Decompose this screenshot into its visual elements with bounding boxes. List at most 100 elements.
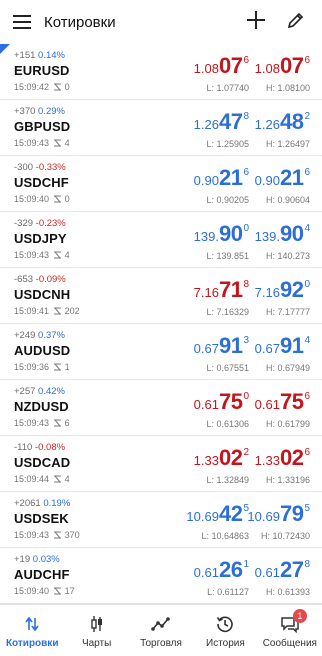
ask-price: 0.90216 <box>255 165 310 191</box>
bid-price-fraction: 6 <box>243 167 249 178</box>
spread-value: 0 <box>64 82 70 92</box>
change-points: +19 <box>14 554 31 565</box>
symbol-name: AUDCHF <box>14 567 70 582</box>
page-title: Котировки <box>44 13 116 31</box>
ask-price: 0.67914 <box>255 333 310 359</box>
low-price: L: 1.25905 <box>206 139 249 149</box>
quote-row-audusd[interactable]: +249 0.37% AUDUSD 15:09:36 1 0.67913 0.67914… <box>0 324 322 380</box>
spread-value: 4 <box>64 474 70 484</box>
quote-row-nzdusd[interactable]: +257 0.42% NZDUSD 15:09:43 6 0.61750 0.61756… <box>0 380 322 436</box>
tab-charts[interactable]: Чарты <box>64 605 128 656</box>
symbol-name: GBPUSD <box>14 119 71 134</box>
quote-row-gbpusd[interactable]: +370 0.29% GBPUSD 15:09:43 4 1.26478 1.26482… <box>0 100 322 156</box>
bid-price-pips: 02 <box>218 445 243 470</box>
symbol-name: EURUSD <box>14 63 70 78</box>
plus-icon <box>247 10 265 34</box>
bid-price-prefix: 0.90 <box>193 173 219 188</box>
edit-button[interactable] <box>276 0 316 44</box>
quote-time: 15:09:44 <box>14 474 50 484</box>
bid-price-prefix: 1.08 <box>193 61 219 76</box>
change-percent: 0.42% <box>38 386 65 397</box>
bid-price-prefix: 10.69 <box>186 509 219 524</box>
tab-messages[interactable]: 1 Сообщения <box>258 605 322 656</box>
spread-value: 370 <box>64 530 80 540</box>
quote-time: 15:09:43 <box>14 418 50 428</box>
bid-price-fraction: 8 <box>243 111 249 122</box>
bid-price-prefix: 7.16 <box>193 285 219 300</box>
menu-icon[interactable] <box>0 0 44 44</box>
high-price: H: 1.08100 <box>265 83 310 93</box>
change-points: -329 <box>14 218 34 229</box>
bid-price-prefix: 139. <box>193 229 219 244</box>
ask-price-prefix: 0.61 <box>254 397 280 412</box>
ask-price-pips: 27 <box>279 557 304 582</box>
quote-row-usdsek[interactable]: +2061 0.19% USDSEK 15:09:43 370 10.69425 10.… <box>0 492 322 548</box>
ask-price-pips: 07 <box>279 53 304 78</box>
quote-row-usdcnh[interactable]: -653 -0.09% USDCNH 15:09:41 202 7.16718 7.16… <box>0 268 322 324</box>
daily-change: +257 0.42% <box>14 386 65 397</box>
symbol-name: USDCAD <box>14 455 71 470</box>
bid-price-pips: 07 <box>218 53 243 78</box>
symbol-name: USDCHF <box>14 175 69 190</box>
ask-price: 7.16920 <box>255 277 310 303</box>
quote-time: 15:09:43 <box>14 530 50 540</box>
quote-row-usdjpy[interactable]: -329 -0.23% USDJPY 15:09:43 4 139.900 139.90… <box>0 212 322 268</box>
quote-time: 15:09:43 <box>14 250 50 260</box>
low-price: L: 0.61127 <box>207 587 249 597</box>
bid-price-prefix: 1.33 <box>193 453 219 468</box>
high-price: H: 0.90604 <box>265 195 310 205</box>
ask-price-prefix: 1.26 <box>254 117 280 132</box>
change-percent: 0.29% <box>38 106 65 117</box>
bid-price: 0.90216 <box>194 165 249 191</box>
history-clock-icon <box>214 614 236 634</box>
ask-price-prefix: 10.69 <box>247 509 280 524</box>
low-price: L: 0.90205 <box>206 195 249 205</box>
bid-price-fraction: 3 <box>243 335 249 346</box>
ask-price-prefix: 0.67 <box>254 341 280 356</box>
spread-value: 1 <box>64 362 70 372</box>
bid-price: 1.33022 <box>194 445 249 471</box>
spread-icon <box>53 250 62 260</box>
low-price: L: 1.32849 <box>206 475 249 485</box>
quote-row-usdcad[interactable]: -110 -0.08% USDCAD 15:09:44 4 1.33022 1.3302… <box>0 436 322 492</box>
tab-history[interactable]: История <box>193 605 257 656</box>
daily-change: +19 0.03% <box>14 554 60 565</box>
bid-price-pips: 26 <box>218 557 243 582</box>
symbol-name: USDCNH <box>14 287 71 302</box>
quote-meta: 15:09:43 6 <box>14 418 70 428</box>
quote-meta: 15:09:43 370 <box>14 530 80 540</box>
quote-row-eurusd[interactable]: +151 0.14% EURUSD 15:09:42 0 1.08076 1.08076… <box>0 44 322 100</box>
tab-quotes[interactable]: Котировки <box>0 605 64 656</box>
spread-icon <box>53 362 62 372</box>
daily-change: +151 0.14% <box>14 50 65 61</box>
bid-price-prefix: 0.61 <box>193 565 219 580</box>
change-points: +2061 <box>14 498 41 509</box>
bid-price: 1.26478 <box>194 109 249 135</box>
low-price: L: 0.67551 <box>206 363 249 373</box>
bid-price-prefix: 0.61 <box>193 397 219 412</box>
quote-row-usdchf[interactable]: -300 -0.33% USDCHF 15:09:40 0 0.90216 0.9021… <box>0 156 322 212</box>
change-percent: -0.33% <box>35 162 66 173</box>
candlestick-icon <box>86 614 108 634</box>
change-percent: -0.23% <box>35 218 66 229</box>
spread-icon <box>53 82 62 92</box>
tab-trade-label: Торговля <box>140 638 182 649</box>
symbol-name: NZDUSD <box>14 399 69 414</box>
quote-row-audchf[interactable]: +19 0.03% AUDCHF 15:09:40 17 0.61261 0.61278… <box>0 548 322 604</box>
change-points: +370 <box>14 106 36 117</box>
change-points: -653 <box>14 274 34 285</box>
pencil-icon <box>287 11 305 34</box>
high-price: H: 10.72430 <box>260 531 310 541</box>
change-percent: 0.03% <box>32 554 60 565</box>
bid-price-fraction: 2 <box>243 447 249 458</box>
bid-price-pips: 42 <box>218 501 243 526</box>
add-symbol-button[interactable] <box>236 0 276 44</box>
daily-change: +2061 0.19% <box>14 498 70 509</box>
bid-price-fraction: 8 <box>243 279 249 290</box>
tab-trade[interactable]: Торговля <box>129 605 193 656</box>
quote-list[interactable]: +151 0.14% EURUSD 15:09:42 0 1.08076 1.08076… <box>0 44 322 604</box>
high-price: H: 7.17777 <box>265 307 310 317</box>
low-price: L: 7.16329 <box>206 307 249 317</box>
tab-history-label: История <box>206 638 245 649</box>
ask-price-fraction: 6 <box>304 391 310 402</box>
